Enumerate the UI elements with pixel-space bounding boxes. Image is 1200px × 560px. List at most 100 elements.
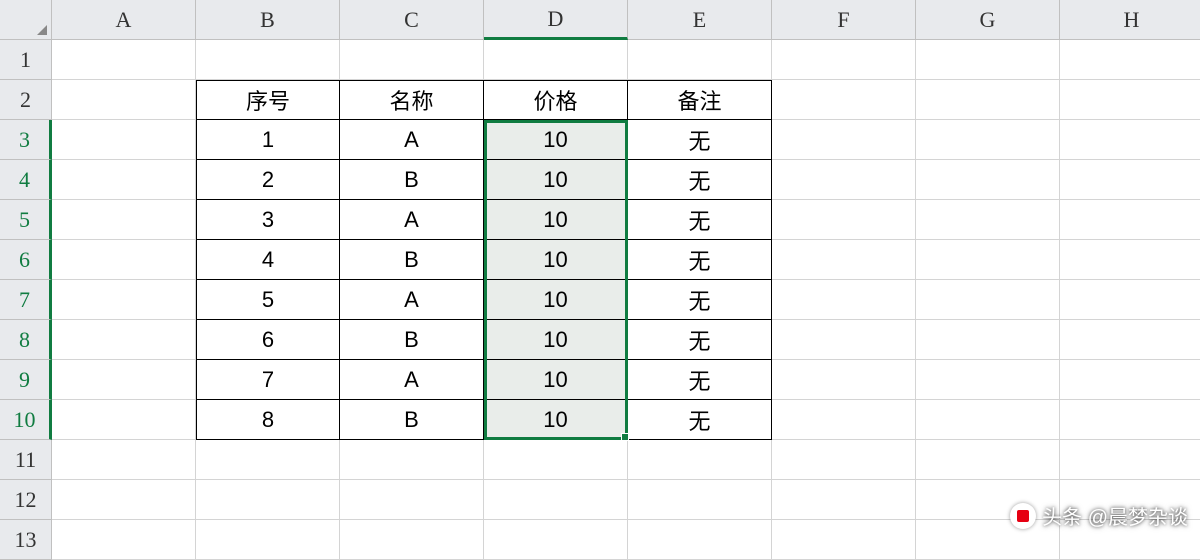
row-header-11[interactable]: 11 <box>0 440 52 480</box>
cell-G7[interactable] <box>916 280 1060 320</box>
cell-H3[interactable] <box>1060 120 1200 160</box>
cell-A11[interactable] <box>52 440 196 480</box>
cell-A4[interactable] <box>52 160 196 200</box>
cell-A9[interactable] <box>52 360 196 400</box>
cell-G9[interactable] <box>916 360 1060 400</box>
cell-C13[interactable] <box>340 520 484 560</box>
cell-H7[interactable] <box>1060 280 1200 320</box>
cell-C5[interactable]: A <box>340 200 484 240</box>
cell-A6[interactable] <box>52 240 196 280</box>
row-header-9[interactable]: 9 <box>0 360 52 400</box>
row-header-1[interactable]: 1 <box>0 40 52 80</box>
spreadsheet-grid[interactable]: A B C D E F G H 1 2 序号 名称 价格 备注 3 1 A 10… <box>0 0 1200 560</box>
row-header-4[interactable]: 4 <box>0 160 52 200</box>
col-header-H[interactable]: H <box>1060 0 1200 40</box>
row-header-3[interactable]: 3 <box>0 120 52 160</box>
row-header-8[interactable]: 8 <box>0 320 52 360</box>
cell-H1[interactable] <box>1060 40 1200 80</box>
cell-C3[interactable]: A <box>340 120 484 160</box>
cell-C6[interactable]: B <box>340 240 484 280</box>
cell-B10[interactable]: 8 <box>196 400 340 440</box>
cell-F7[interactable] <box>772 280 916 320</box>
col-header-F[interactable]: F <box>772 0 916 40</box>
cell-E7[interactable]: 无 <box>628 280 772 320</box>
cell-A8[interactable] <box>52 320 196 360</box>
cell-D12[interactable] <box>484 480 628 520</box>
cell-F9[interactable] <box>772 360 916 400</box>
cell-E6[interactable]: 无 <box>628 240 772 280</box>
row-header-10[interactable]: 10 <box>0 400 52 440</box>
cell-H2[interactable] <box>1060 80 1200 120</box>
cell-B4[interactable]: 2 <box>196 160 340 200</box>
cell-E5[interactable]: 无 <box>628 200 772 240</box>
cell-H5[interactable] <box>1060 200 1200 240</box>
cell-E13[interactable] <box>628 520 772 560</box>
cell-A7[interactable] <box>52 280 196 320</box>
cell-G10[interactable] <box>916 400 1060 440</box>
cell-G4[interactable] <box>916 160 1060 200</box>
cell-D13[interactable] <box>484 520 628 560</box>
cell-F6[interactable] <box>772 240 916 280</box>
cell-D11[interactable] <box>484 440 628 480</box>
cell-G1[interactable] <box>916 40 1060 80</box>
cell-H9[interactable] <box>1060 360 1200 400</box>
cell-C11[interactable] <box>340 440 484 480</box>
cell-E3[interactable]: 无 <box>628 120 772 160</box>
row-header-12[interactable]: 12 <box>0 480 52 520</box>
cell-D7[interactable]: 10 <box>484 280 628 320</box>
cell-F1[interactable] <box>772 40 916 80</box>
cell-D10[interactable]: 10 <box>484 400 628 440</box>
cell-A2[interactable] <box>52 80 196 120</box>
cell-E8[interactable]: 无 <box>628 320 772 360</box>
cell-E9[interactable]: 无 <box>628 360 772 400</box>
cell-B3[interactable]: 1 <box>196 120 340 160</box>
cell-B5[interactable]: 3 <box>196 200 340 240</box>
cell-G8[interactable] <box>916 320 1060 360</box>
row-header-7[interactable]: 7 <box>0 280 52 320</box>
col-header-D[interactable]: D <box>484 0 628 40</box>
cell-A1[interactable] <box>52 40 196 80</box>
cell-G3[interactable] <box>916 120 1060 160</box>
cell-F10[interactable] <box>772 400 916 440</box>
cell-E12[interactable] <box>628 480 772 520</box>
cell-D2[interactable]: 价格 <box>484 80 628 120</box>
cell-F11[interactable] <box>772 440 916 480</box>
cell-C9[interactable]: A <box>340 360 484 400</box>
cell-G5[interactable] <box>916 200 1060 240</box>
cell-B11[interactable] <box>196 440 340 480</box>
col-header-A[interactable]: A <box>52 0 196 40</box>
cell-B8[interactable]: 6 <box>196 320 340 360</box>
row-header-6[interactable]: 6 <box>0 240 52 280</box>
cell-C7[interactable]: A <box>340 280 484 320</box>
cell-D9[interactable]: 10 <box>484 360 628 400</box>
cell-F13[interactable] <box>772 520 916 560</box>
cell-D6[interactable]: 10 <box>484 240 628 280</box>
cell-E10[interactable]: 无 <box>628 400 772 440</box>
cell-F2[interactable] <box>772 80 916 120</box>
cell-C12[interactable] <box>340 480 484 520</box>
cell-D4[interactable]: 10 <box>484 160 628 200</box>
cell-B2[interactable]: 序号 <box>196 80 340 120</box>
col-header-E[interactable]: E <box>628 0 772 40</box>
row-header-5[interactable]: 5 <box>0 200 52 240</box>
cell-F12[interactable] <box>772 480 916 520</box>
cell-A13[interactable] <box>52 520 196 560</box>
cell-E11[interactable] <box>628 440 772 480</box>
cell-B13[interactable] <box>196 520 340 560</box>
cell-A3[interactable] <box>52 120 196 160</box>
cell-H10[interactable] <box>1060 400 1200 440</box>
cell-C8[interactable]: B <box>340 320 484 360</box>
cell-G6[interactable] <box>916 240 1060 280</box>
cell-C2[interactable]: 名称 <box>340 80 484 120</box>
cell-H6[interactable] <box>1060 240 1200 280</box>
cell-B12[interactable] <box>196 480 340 520</box>
cell-E1[interactable] <box>628 40 772 80</box>
cell-D3[interactable]: 10 <box>484 120 628 160</box>
col-header-G[interactable]: G <box>916 0 1060 40</box>
cell-F8[interactable] <box>772 320 916 360</box>
cell-E2[interactable]: 备注 <box>628 80 772 120</box>
cell-F3[interactable] <box>772 120 916 160</box>
cell-G11[interactable] <box>916 440 1060 480</box>
cell-D1[interactable] <box>484 40 628 80</box>
cell-H8[interactable] <box>1060 320 1200 360</box>
